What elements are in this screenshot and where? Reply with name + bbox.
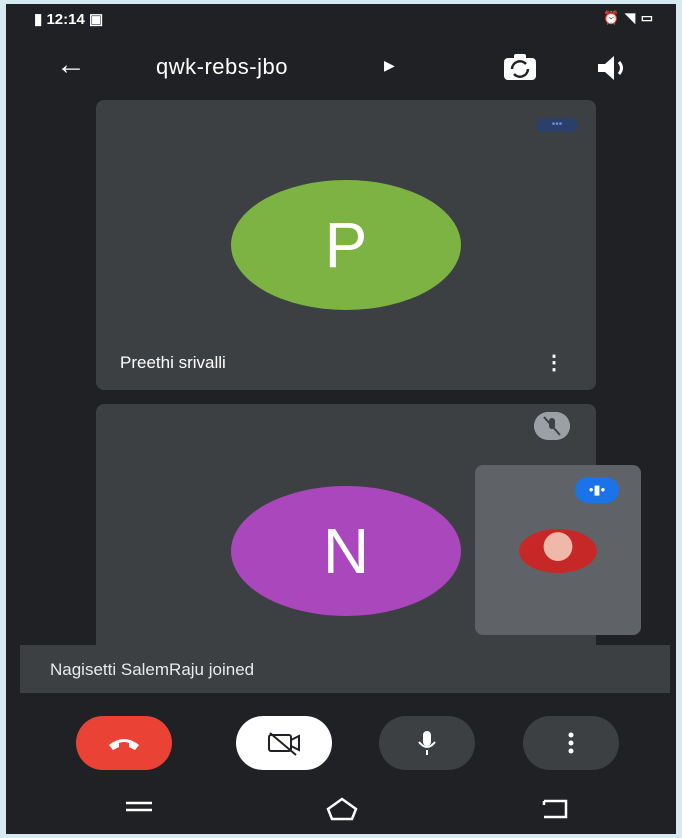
self-speaking-indicator-icon: •▮• <box>575 477 619 503</box>
microphone-icon <box>418 731 436 755</box>
back-arrow-icon[interactable]: ← <box>56 50 86 80</box>
more-vert-icon[interactable]: ⋮ <box>544 350 564 375</box>
speaker-icon[interactable] <box>594 52 630 84</box>
more-options-button[interactable] <box>523 716 619 770</box>
microphone-button[interactable] <box>379 716 475 770</box>
participant-avatar: P <box>231 180 461 310</box>
status-bar: ▮ 12:14 ▣ ⏰ ◥ ▭ <box>6 4 676 34</box>
camera-toggle-button[interactable] <box>236 716 332 770</box>
participant-avatar: N <box>231 486 461 616</box>
status-time: 12:14 <box>46 11 85 28</box>
app-bar: ← qwk-rebs-jbo ▶ <box>6 42 676 98</box>
join-message: Nagisetti SalemRaju joined <box>50 660 255 679</box>
battery-icon: ▭ <box>640 10 654 25</box>
meeting-code[interactable]: qwk-rebs-jbo <box>156 54 288 80</box>
speaking-indicator-icon: ••• <box>536 118 578 132</box>
phone-hangup-icon <box>109 739 139 750</box>
more-vert-icon <box>568 732 574 754</box>
status-left: ▮ 12:14 ▣ <box>34 10 103 28</box>
alarm-icon: ⏰ <box>603 10 621 25</box>
system-nav-bar <box>6 782 676 834</box>
caret-right-icon[interactable]: ▶ <box>384 57 395 74</box>
participant-name: Preethi srivalli <box>120 353 226 372</box>
back-icon[interactable] <box>538 796 572 822</box>
signal-icon: ▮ <box>34 11 43 28</box>
join-notification: Nagisetti SalemRaju joined <box>20 645 670 693</box>
mic-off-icon <box>534 412 570 440</box>
call-controls <box>6 714 676 774</box>
end-call-button[interactable] <box>76 716 172 770</box>
menu-icon[interactable] <box>122 796 156 820</box>
status-right: ⏰ ◥ ▭ <box>603 10 654 26</box>
participant-tile-preethi[interactable]: ••• P Preethi srivalli ⋮ <box>96 100 596 390</box>
switch-camera-icon[interactable] <box>500 52 540 84</box>
camera-off-icon <box>268 732 300 756</box>
self-avatar <box>519 529 597 573</box>
wifi-icon: ◥ <box>625 10 637 25</box>
home-icon[interactable] <box>324 796 360 822</box>
phone-screen: ▮ 12:14 ▣ ⏰ ◥ ▭ ← qwk-rebs-jbo ▶ ••• P P… <box>6 4 676 834</box>
self-view-tile[interactable]: •▮• <box>475 465 641 635</box>
message-icon: ▣ <box>88 11 104 28</box>
